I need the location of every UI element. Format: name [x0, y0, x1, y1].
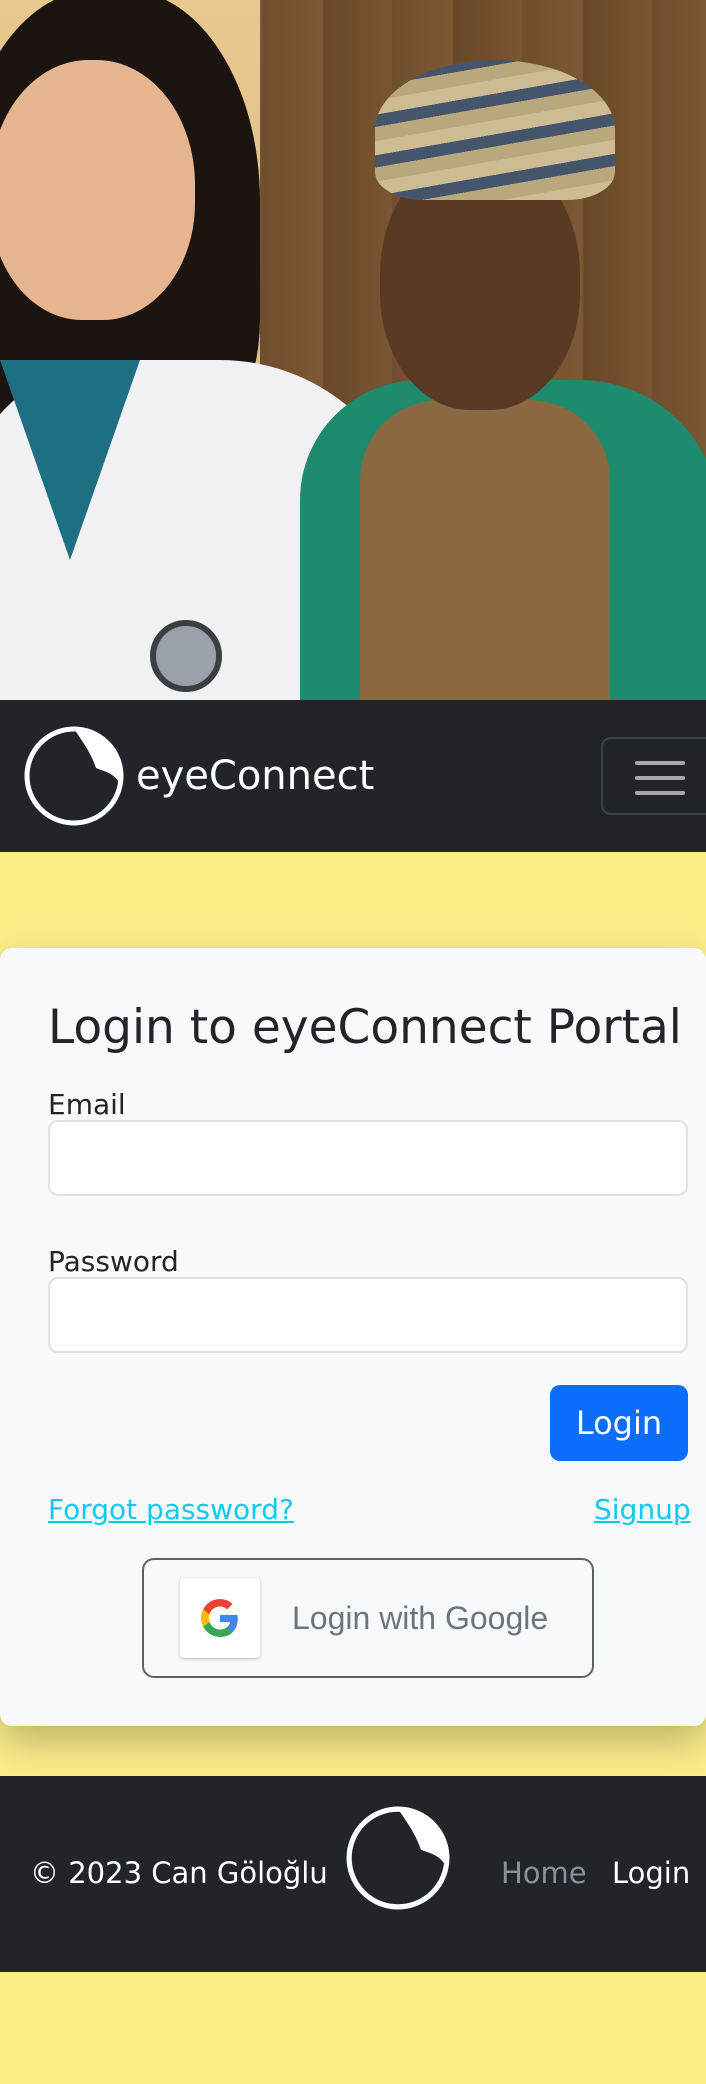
hamburger-menu-icon	[635, 761, 685, 765]
password-label: Password	[48, 1245, 179, 1278]
hamburger-bar	[635, 776, 685, 780]
signup-link[interactable]: Signup	[594, 1493, 691, 1526]
hero-image	[0, 0, 706, 700]
footer-nav-home[interactable]: Home	[501, 1856, 587, 1890]
google-login-label: Login with Google	[292, 1599, 549, 1636]
eyeconnect-logo-icon[interactable]	[346, 1806, 450, 1910]
login-submit-button[interactable]: Login	[550, 1385, 688, 1461]
hamburger-bar	[635, 791, 685, 795]
google-g-icon	[201, 1599, 238, 1637]
email-field[interactable]	[48, 1120, 688, 1196]
email-label: Email	[48, 1088, 126, 1121]
google-login-button[interactable]: Login with Google	[142, 1558, 594, 1678]
footer-nav-login[interactable]: Login	[612, 1856, 690, 1890]
eyeconnect-logo-icon	[24, 726, 124, 826]
brand-link[interactable]: eyeConnect	[24, 726, 374, 826]
brand-name: eyeConnect	[136, 753, 375, 799]
password-field[interactable]	[48, 1277, 688, 1353]
copyright-text: © 2023 Can Göloğlu	[30, 1856, 328, 1890]
footer: © 2023 Can Göloğlu Home Login	[0, 1776, 706, 1972]
navbar-toggler-button[interactable]	[601, 737, 706, 815]
google-icon-container	[180, 1578, 260, 1658]
navbar: eyeConnect	[0, 700, 706, 852]
login-card: Login to eyeConnect Portal Email Passwor…	[0, 948, 706, 1726]
login-title: Login to eyeConnect Portal	[48, 1000, 682, 1055]
forgot-password-link[interactable]: Forgot password?	[48, 1493, 294, 1526]
